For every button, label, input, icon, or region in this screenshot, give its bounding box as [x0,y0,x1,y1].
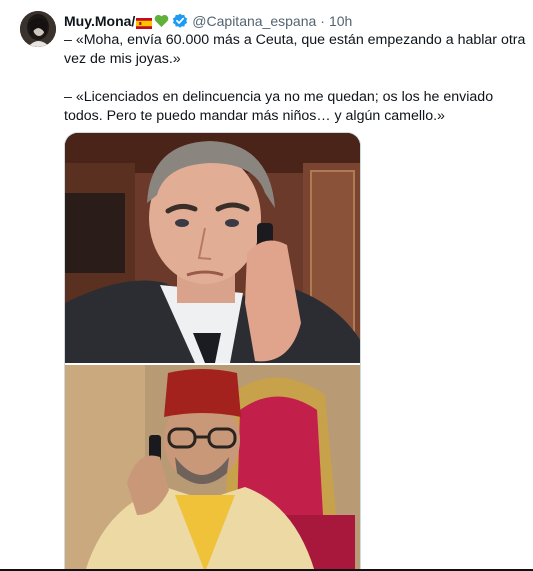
tweet-header: Muy.Mona/ @Capitana_espana · 10h [64,11,352,31]
spain-flag-icon [136,16,153,29]
media-image-2[interactable] [65,365,360,571]
author-avatar[interactable] [20,11,56,47]
time-separator: · [320,13,325,29]
tweet-timestamp[interactable]: 10h [329,13,352,29]
media-image-1[interactable] [65,133,360,363]
tweet-media[interactable] [64,132,361,571]
author-handle[interactable]: @Capitana_espana [192,13,316,29]
tweet-paragraph-2: – «Licenciados en delincuencia ya no me … [64,89,494,124]
author-name[interactable]: Muy.Mona/ [64,13,135,29]
tweet[interactable]: Muy.Mona/ @Capitana_espana · 10h – «Moha… [0,0,533,571]
tweet-text: – «Moha, envía 60.000 más a Ceuta, que e… [64,31,526,126]
tweet-paragraph-1: – «Moha, envía 60.000 más a Ceuta, que e… [64,32,526,67]
verified-badge-icon[interactable] [172,13,188,29]
green-heart-icon [154,14,169,28]
